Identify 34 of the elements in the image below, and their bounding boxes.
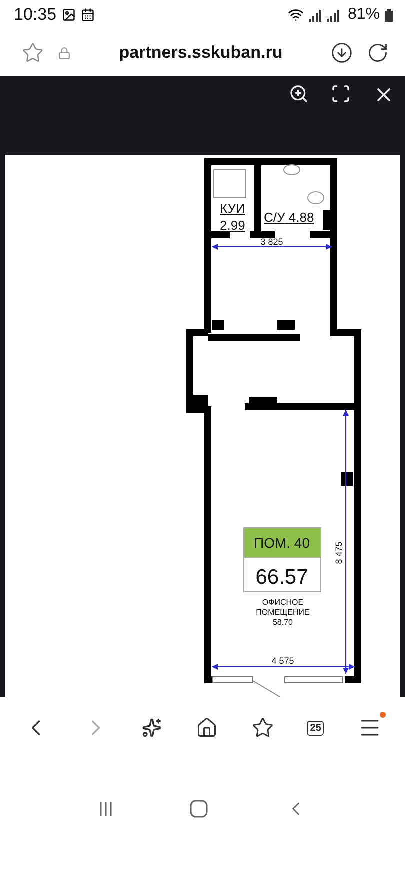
lock-icon [58, 46, 71, 60]
reload-icon[interactable] [367, 42, 389, 64]
home-button-icon[interactable] [190, 800, 208, 818]
status-time: 10:35 [14, 5, 57, 25]
fullscreen-icon[interactable] [331, 84, 351, 104]
dimension-label: 8 475 [334, 542, 344, 564]
room-area: 2.99 [220, 218, 246, 233]
wifi-icon [288, 7, 304, 23]
toilet [308, 192, 324, 204]
battery-icon [385, 8, 393, 22]
unit-area: 66.57 [256, 566, 308, 589]
sink [284, 164, 300, 176]
zoom-in-icon[interactable] [289, 84, 309, 104]
sparkle-icon[interactable] [142, 718, 162, 738]
recent-apps-icon[interactable] [98, 801, 114, 817]
unit-number: ПОМ. 40 [254, 535, 310, 551]
room-label: ОФИСНОЕ [262, 598, 304, 607]
room-label: ПОМЕЩЕНИЕ [256, 608, 310, 617]
tabs-button[interactable]: 25 [307, 720, 324, 736]
download-icon[interactable] [331, 42, 353, 64]
room-label: С/У 4.88 [264, 210, 314, 225]
door-swing-line [252, 680, 280, 697]
bookmark-star-icon[interactable] [22, 42, 44, 64]
shower-tray [214, 170, 246, 198]
home-icon[interactable] [196, 717, 218, 739]
room-label: КУИ [220, 201, 246, 216]
dimension-label: 3 825 [260, 237, 284, 247]
url-text[interactable]: partners.sskuban.ru [85, 43, 317, 63]
dimension-label: 4 575 [272, 656, 294, 666]
bookmarks-icon[interactable] [252, 717, 274, 739]
image-icon [62, 8, 76, 22]
battery-level: 81% [348, 6, 380, 24]
room-area: 58.70 [272, 618, 294, 627]
calendar-icon [80, 8, 95, 22]
